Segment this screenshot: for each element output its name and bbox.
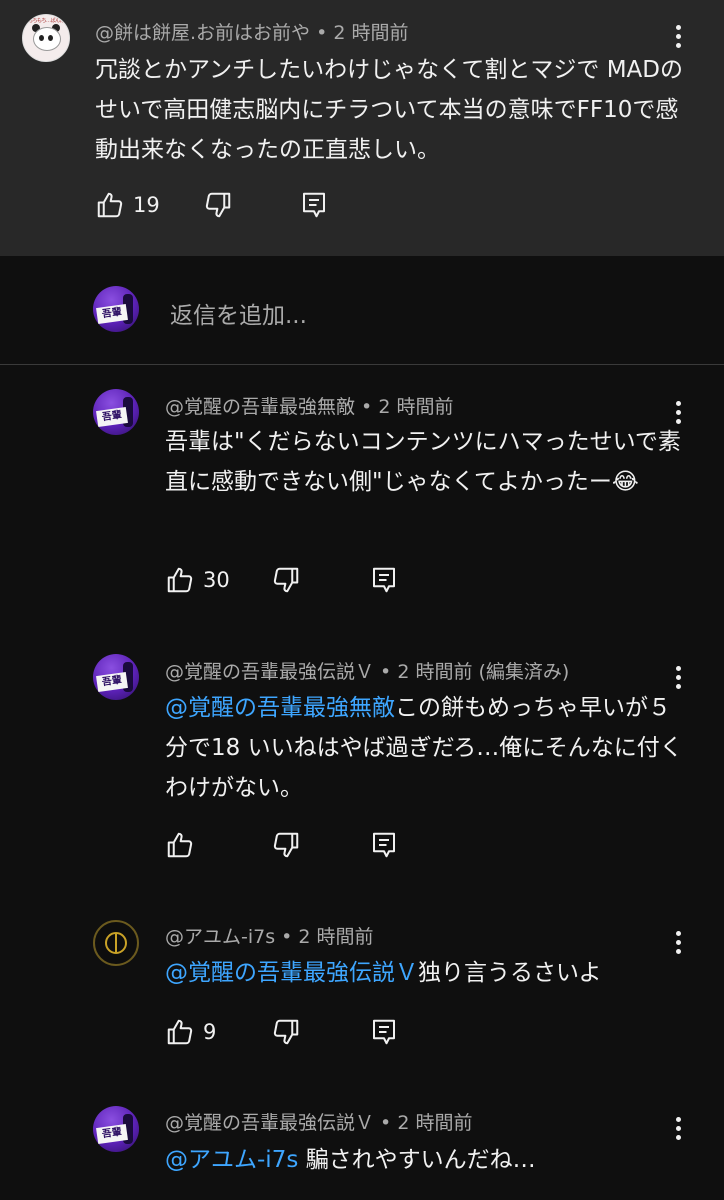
- reply-button[interactable]: [369, 565, 399, 595]
- avatar[interactable]: 吾輩: [93, 389, 139, 435]
- comment-reply-icon: [369, 830, 399, 860]
- comment-time: 2 時間前: [397, 1112, 473, 1134]
- comment-actions: 9: [165, 1017, 425, 1057]
- reply-button[interactable]: [299, 190, 329, 220]
- reply-composer: 吾輩 返信を追加...: [0, 256, 724, 365]
- comment-author[interactable]: @餅は餅屋.お前はお前や: [95, 22, 310, 44]
- comment-text: 冗談とかアンチしたいわけじゃなくて割とマジで MADのせいで高田健志脳内にチラつ…: [95, 57, 683, 163]
- edited-label: (編集済み): [478, 661, 570, 683]
- thumb-down-icon: [271, 1017, 301, 1047]
- dislike-button[interactable]: [271, 1017, 301, 1047]
- comment-reply-icon: [369, 1017, 399, 1047]
- like-count: 30: [203, 568, 230, 592]
- comment-meta: @覚醒の吾輩最強伝説Ｖ • 2 時間前: [165, 1112, 473, 1134]
- like-button[interactable]: 9: [165, 1017, 216, 1047]
- thumb-down-icon: [271, 830, 301, 860]
- like-button[interactable]: 19: [95, 190, 160, 220]
- reply-input[interactable]: 返信を追加...: [170, 296, 307, 330]
- thumb-up-icon: [95, 190, 125, 220]
- comment-author[interactable]: @アユム-i7s: [165, 926, 275, 948]
- mention-link[interactable]: @覚醒の吾輩最強無敵: [165, 695, 395, 721]
- comment-text: @アユム-i7s 騙されやすいんだね…: [165, 1147, 536, 1173]
- thumb-up-icon: [165, 565, 195, 595]
- comment-text: 吾輩は"くだらないコンテンツにハマったせいで素直に感動できない側"じゃなくてよか…: [165, 429, 681, 495]
- like-count: 9: [203, 1020, 217, 1044]
- comment-reply-icon: [299, 190, 329, 220]
- more-options-icon[interactable]: [664, 22, 694, 52]
- comment-actions: [165, 830, 425, 870]
- mention-link[interactable]: @覚醒の吾輩最強伝説Ｖ: [165, 960, 418, 986]
- like-count: 19: [133, 193, 160, 217]
- comment-meta: @覚醒の吾輩最強伝説Ｖ • 2 時間前 (編集済み): [165, 661, 570, 683]
- comment-meta: @覚醒の吾輩最強無敵 • 2 時間前: [165, 396, 454, 418]
- avatar-text: もちもち…ぱんだ: [27, 18, 65, 24]
- peace-icon: [105, 932, 127, 954]
- reply-button[interactable]: [369, 1017, 399, 1047]
- comment-author[interactable]: @覚醒の吾輩最強無敵: [165, 396, 355, 418]
- thumb-up-icon: [165, 1017, 195, 1047]
- avatar[interactable]: 吾輩: [93, 1106, 139, 1152]
- avatar[interactable]: [93, 920, 139, 966]
- like-button[interactable]: [165, 830, 195, 860]
- avatar[interactable]: 吾輩: [93, 654, 139, 700]
- comment-time: 2 時間前: [298, 926, 374, 948]
- dislike-button[interactable]: [203, 190, 233, 220]
- comment-author[interactable]: @覚醒の吾輩最強伝説Ｖ: [165, 661, 374, 683]
- parent-comment: もちもち…ぱんだ @餅は餅屋.お前はお前や • 2 時間前 冗談とかアンチしたい…: [0, 0, 724, 256]
- comment-actions: 30: [165, 565, 425, 605]
- reply-button[interactable]: [369, 830, 399, 860]
- avatar: 吾輩: [93, 286, 139, 332]
- comment-time: 2 時間前: [378, 396, 454, 418]
- comment-time: 2 時間前: [333, 22, 409, 44]
- like-button[interactable]: 30: [165, 565, 230, 595]
- comment-meta: @アユム-i7s • 2 時間前: [165, 926, 374, 948]
- mention-link[interactable]: @アユム-i7s: [165, 1147, 298, 1173]
- comment-meta: @餅は餅屋.お前はお前や • 2 時間前: [95, 22, 409, 44]
- comment-text: @覚醒の吾輩最強伝説Ｖ独り言うるさいよ: [165, 960, 602, 986]
- thumb-up-icon: [165, 830, 195, 860]
- comment-time: 2 時間前: [397, 661, 473, 683]
- avatar[interactable]: もちもち…ぱんだ: [22, 14, 70, 62]
- dislike-button[interactable]: [271, 830, 301, 860]
- comment-text: @覚醒の吾輩最強無敵この餅もめっちゃ早いが５分で18 いいねはやば過ぎだろ…俺に…: [165, 695, 683, 801]
- dislike-button[interactable]: [271, 565, 301, 595]
- thumb-down-icon: [271, 565, 301, 595]
- comment-reply-icon: [369, 565, 399, 595]
- comment-author[interactable]: @覚醒の吾輩最強伝説Ｖ: [165, 1112, 374, 1134]
- thumb-down-icon: [203, 190, 233, 220]
- comment-actions: 19: [95, 190, 395, 230]
